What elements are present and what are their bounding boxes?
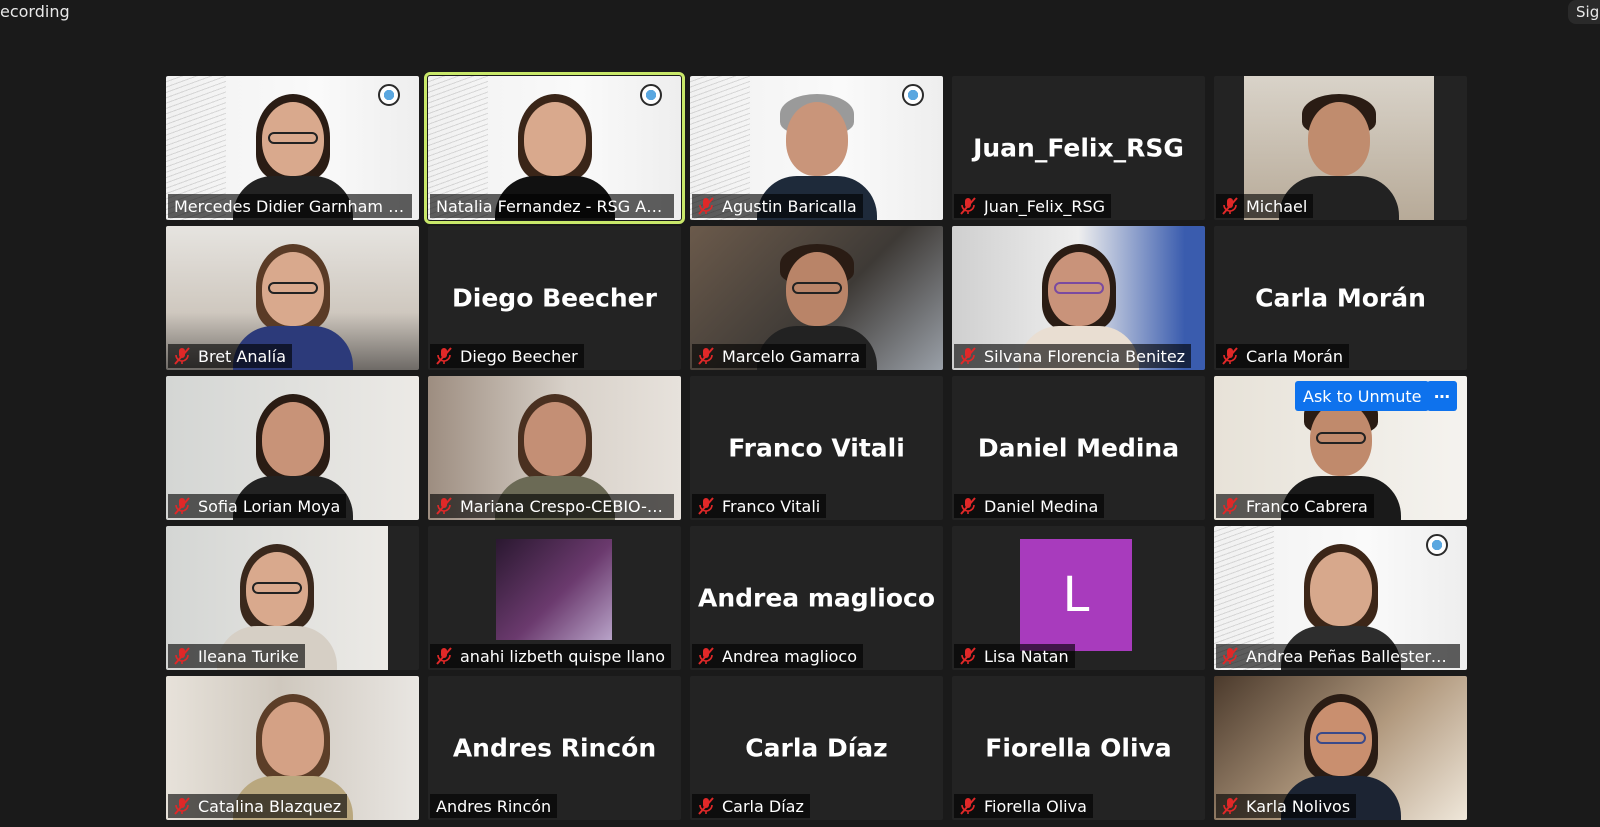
mic-muted-icon: [174, 797, 190, 815]
participant-tile[interactable]: Catalina Blazquez: [166, 676, 419, 820]
participant-display-name: Carla Díaz: [745, 733, 888, 763]
participant-display-name: Andrea maglioco: [697, 583, 936, 613]
mic-muted-icon: [174, 347, 190, 365]
participant-tile[interactable]: L Lisa Natan: [952, 526, 1205, 670]
participant-tile[interactable]: Mercedes Didier Garnham | ...: [166, 76, 419, 220]
participant-display-name: Diego Beecher: [452, 283, 657, 313]
participant-tile[interactable]: Franco Vitali Franco Vitali: [690, 376, 943, 520]
name-label: Natalia Fernandez - RSG Arg...: [430, 194, 674, 218]
name-label: Andrea Peñas Ballesteros...: [1216, 644, 1460, 668]
participant-tile-active-speaker[interactable]: Natalia Fernandez - RSG Arg...: [424, 72, 685, 224]
participant-tile[interactable]: Andres Rincón Andres Rincón: [428, 676, 681, 820]
name-label: Bret Analía: [168, 344, 292, 368]
mic-muted-icon: [174, 647, 190, 665]
mic-muted-icon: [698, 497, 714, 515]
name-label: Silvana Florencia Benitez: [954, 344, 1192, 368]
mic-muted-icon: [174, 497, 190, 515]
name-label: Marcelo Gamarra: [692, 344, 867, 368]
name-label: Franco Vitali: [692, 494, 827, 518]
name-label: Diego Beecher: [430, 344, 584, 368]
name-label: Juan_Felix_RSG: [954, 194, 1112, 218]
participant-tile[interactable]: Carla Díaz Carla Díaz: [690, 676, 943, 820]
mic-muted-icon: [436, 497, 452, 515]
participant-tile[interactable]: Juan_Felix_RSG Juan_Felix_RSG: [952, 76, 1205, 220]
participant-tile[interactable]: Daniel Medina Daniel Medina: [952, 376, 1205, 520]
name-label: Andres Rincón: [430, 794, 558, 818]
name-label: Andrea maglioco: [692, 644, 864, 668]
mic-muted-icon: [960, 647, 976, 665]
mic-muted-icon: [698, 647, 714, 665]
name-label: Karla Nolivos: [1216, 794, 1357, 818]
mic-muted-icon: [1222, 647, 1238, 665]
name-label: Lisa Natan: [954, 644, 1075, 668]
participant-tile[interactable]: Andrea Peñas Ballesteros...: [1214, 526, 1467, 670]
name-label: Sofia Lorian Moya: [168, 494, 347, 518]
mic-muted-icon: [1222, 197, 1238, 215]
recording-indicator-text: ecording: [0, 2, 70, 21]
ask-to-unmute-button[interactable]: Ask to Unmute: [1295, 381, 1430, 411]
name-label: Carla Morán: [1216, 344, 1350, 368]
rsg-logo: [1417, 532, 1457, 576]
mic-muted-icon: [1222, 497, 1238, 515]
name-label: Catalina Blazquez: [168, 794, 348, 818]
participant-display-name: Fiorella Oliva: [985, 733, 1172, 763]
participant-tile[interactable]: Mariana Crespo-CEBIO-U...: [428, 376, 681, 520]
name-label: Michael: [1216, 194, 1314, 218]
mic-muted-icon: [698, 197, 714, 215]
participant-gallery: Mercedes Didier Garnham | ... Natalia Fe…: [166, 72, 1467, 820]
participant-tile[interactable]: Karla Nolivos: [1214, 676, 1467, 820]
avatar: L: [1020, 539, 1132, 651]
participant-tile[interactable]: Fiorella Oliva Fiorella Oliva: [952, 676, 1205, 820]
sign-button[interactable]: Sig: [1568, 0, 1600, 24]
ellipsis-icon[interactable]: ⋯: [1427, 381, 1457, 411]
mic-muted-icon: [960, 197, 976, 215]
participant-tile[interactable]: Carla Morán Carla Morán: [1214, 226, 1467, 370]
participant-display-name: Daniel Medina: [977, 433, 1180, 463]
name-label: Daniel Medina: [954, 494, 1105, 518]
name-label: Mariana Crespo-CEBIO-U...: [430, 494, 674, 518]
mic-muted-icon: [960, 497, 976, 515]
rsg-logo: [369, 82, 409, 126]
participant-display-name: Franco Vitali: [728, 433, 905, 463]
participant-tile[interactable]: Andrea maglioco Andrea maglioco: [690, 526, 943, 670]
participant-tile[interactable]: Agustin Baricalla: [690, 76, 943, 220]
name-label: Ileana Turike: [168, 644, 305, 668]
name-label: anahi lizbeth quispe llano: [430, 644, 671, 668]
mic-muted-icon: [1222, 347, 1238, 365]
name-label: Agustin Baricalla: [692, 194, 863, 218]
participant-display-name: Carla Morán: [1255, 283, 1426, 313]
participant-tile[interactable]: Diego Beecher Diego Beecher: [428, 226, 681, 370]
participant-tile[interactable]: Ileana Turike: [166, 526, 419, 670]
participant-tile[interactable]: anahi lizbeth quispe llano: [428, 526, 681, 670]
mic-muted-icon: [1222, 797, 1238, 815]
rsg-logo: [631, 82, 671, 126]
mic-muted-icon: [698, 347, 714, 365]
mic-muted-icon: [436, 347, 452, 365]
participant-tile[interactable]: Silvana Florencia Benitez: [952, 226, 1205, 370]
name-label: Mercedes Didier Garnham | ...: [168, 194, 412, 218]
mic-muted-icon: [698, 797, 714, 815]
mic-muted-icon: [436, 647, 452, 665]
mic-muted-icon: [960, 797, 976, 815]
participant-tile[interactable]: Ask to Unmute ⋯ Franco Cabrera: [1214, 376, 1467, 520]
name-label: Carla Díaz: [692, 794, 810, 818]
participant-display-name: Andres Rincón: [452, 733, 657, 763]
profile-picture: [496, 539, 612, 640]
participant-display-name: Juan_Felix_RSG: [973, 133, 1184, 163]
participant-tile[interactable]: Michael: [1214, 76, 1467, 220]
name-label: Fiorella Oliva: [954, 794, 1093, 818]
participant-tile[interactable]: Sofia Lorian Moya: [166, 376, 419, 520]
rsg-logo: [893, 82, 933, 126]
participant-tile[interactable]: Marcelo Gamarra: [690, 226, 943, 370]
name-label: Franco Cabrera: [1216, 494, 1374, 518]
participant-tile[interactable]: Bret Analía: [166, 226, 419, 370]
mic-muted-icon: [960, 347, 976, 365]
